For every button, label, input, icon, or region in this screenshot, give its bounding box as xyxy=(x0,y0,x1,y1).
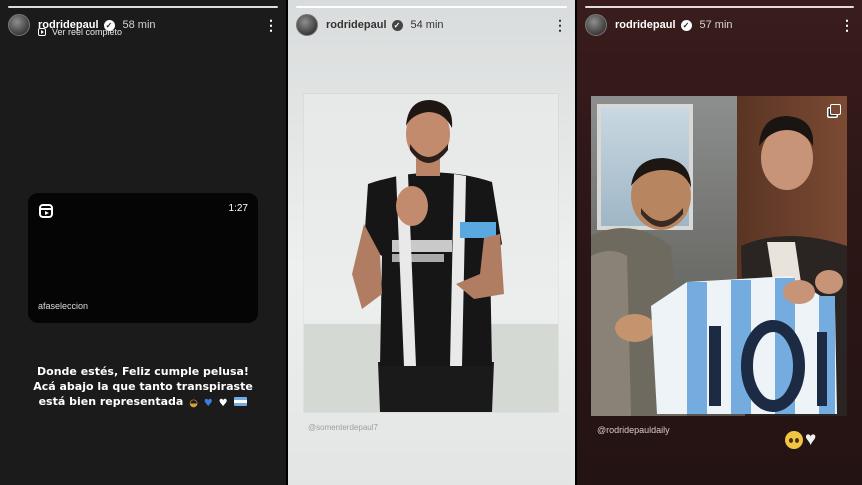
pleading-face-emoji xyxy=(785,431,803,449)
more-options-icon[interactable]: ⋮ xyxy=(553,18,567,32)
story-reaction-stickers: ♥ xyxy=(785,429,817,450)
shared-reel-card[interactable]: 1:27 afaseleccion xyxy=(28,193,258,323)
story-time: 58 min xyxy=(122,19,156,31)
blue-heart-emoji: ♥ xyxy=(203,398,213,409)
reel-icon xyxy=(39,204,53,218)
story-panel-1[interactable]: rodridepaul ✓ 58 min ⋮ Ver reel completo… xyxy=(0,0,286,485)
avatar[interactable] xyxy=(296,14,318,36)
photo-mention-tag[interactable]: @rodridepauldaily xyxy=(597,425,670,435)
reel-account[interactable]: afaseleccion xyxy=(38,301,88,311)
verified-badge-icon: ✓ xyxy=(680,19,692,31)
photo-mention-tag[interactable]: @somenterdepaul7 xyxy=(308,423,378,432)
more-options-icon[interactable]: ⋮ xyxy=(264,18,278,32)
maradona-photo xyxy=(591,96,847,416)
story-panel-3[interactable]: rodridepaul ✓ 57 min ⋮ @rodridepauldaily… xyxy=(577,0,862,485)
people-illustration xyxy=(591,116,847,416)
story-caption: Donde estés, Feliz cumple pelusa! Acá ab… xyxy=(30,364,256,411)
caption-line: Donde estés, Feliz cumple pelusa! xyxy=(37,365,249,378)
story-progress-bar xyxy=(585,6,854,8)
reel-duration: 1:27 xyxy=(228,203,248,214)
story-panel-2[interactable]: rodridepaul ✓ 54 min ⋮ @somenterdepaul7 xyxy=(288,0,575,485)
avatar[interactable] xyxy=(8,14,30,36)
username[interactable]: rodridepaul xyxy=(326,19,387,31)
view-full-reel-label: Ver reel completo xyxy=(52,27,123,37)
argentina-flag-emoji xyxy=(234,397,248,406)
player-illustration xyxy=(304,100,558,412)
reel-icon xyxy=(38,28,46,36)
caption-line: Acá abajo la que tanto transpiraste xyxy=(33,380,253,393)
caption-line: está bien representada xyxy=(38,395,184,408)
white-heart-emoji: ♥ xyxy=(805,429,817,450)
white-heart-emoji: ♥ xyxy=(218,398,228,409)
player-photo xyxy=(304,94,558,412)
avatar[interactable] xyxy=(585,14,607,36)
multi-photo-icon xyxy=(830,104,841,115)
story-header: rodridepaul ✓ 57 min ⋮ xyxy=(585,12,854,38)
story-time: 57 min xyxy=(699,19,733,31)
view-full-reel-link[interactable]: Ver reel completo xyxy=(38,27,122,37)
story-progress-bar xyxy=(296,6,567,8)
football-boot-emoji: ◒ xyxy=(189,398,198,409)
more-options-icon[interactable]: ⋮ xyxy=(840,18,854,32)
story-header: rodridepaul ✓ 54 min ⋮ xyxy=(296,12,567,38)
story-progress-bar xyxy=(8,6,278,8)
username[interactable]: rodridepaul xyxy=(615,19,676,31)
verified-badge-icon: ✓ xyxy=(391,19,403,31)
story-time: 54 min xyxy=(410,19,444,31)
